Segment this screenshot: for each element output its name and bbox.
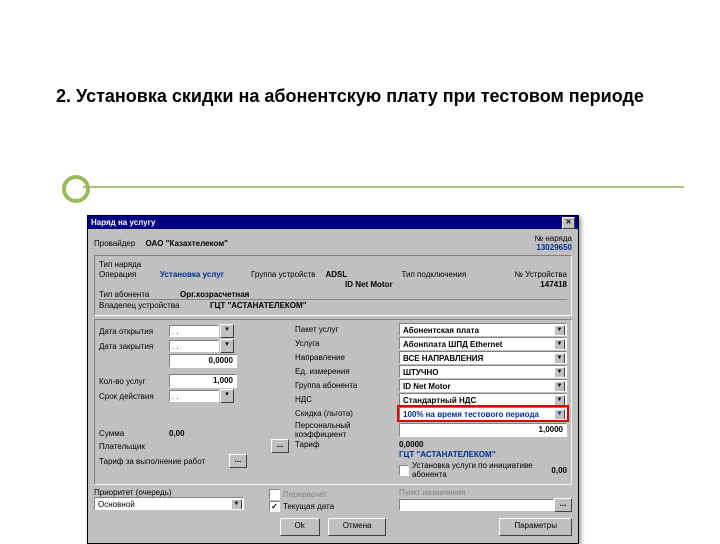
tarif-label: Тариф [295,440,395,449]
owner-label: Владелец устройства [99,301,204,310]
provider-value: ОАО "Казахтелеком" [146,239,228,248]
grp-label: Группа устройств [251,270,315,279]
sum-label: Сумма [99,429,169,438]
pkg-dropdown[interactable]: Абонентская плата [399,323,567,336]
dest-label: Пункт назначения [399,488,572,497]
pkg-label: Пакет услуг [295,325,395,334]
sum-value: 0,00 [169,429,185,438]
zero-field[interactable]: 0,0000 [169,354,237,368]
work-value: 0,00 [551,466,567,475]
recalc-checkbox[interactable] [269,489,280,500]
date-open-label: Дата открытия [99,327,169,336]
qty-label: Кол-во услуг [99,377,169,386]
abon-label: Тип абонента [99,290,174,299]
disc-dropdown[interactable]: 100% на время тестового периода [399,407,567,420]
payer-label: Плательщик [99,442,169,451]
slide-title: 2. Установка скидки на абонентскую плату… [56,85,664,108]
curdate-checkbox[interactable]: ✓ [269,501,280,512]
dur-label: Срок действия [99,392,169,401]
right-pane: Пакет услуг Абонентская плата Услуга Або… [295,323,567,480]
recalc-label: Перерасчет [283,490,327,499]
curdate-label: Текущая дата [283,502,334,511]
payer-value: ГЦТ "АСТАНАТЕЛЕКОМ" [399,450,567,459]
titlebar: Наряд на услугу ✕ [88,216,578,229]
dialog-title: Наряд на услугу [91,216,155,229]
payer-picker-button[interactable]: ... [271,439,289,453]
dest-input[interactable] [399,499,554,511]
disc-label: Скидка (льгота) [295,409,395,418]
order-no-label: № наряда [535,234,572,243]
provider-label: Провайдер [94,239,135,248]
svc-label: Услуга [295,339,395,348]
agrp-label: Группа абонента [295,381,395,390]
prio-dropdown[interactable]: Основной [94,497,244,510]
params-button[interactable]: Параметры [499,518,572,536]
main-group: Дата открытия . . ▾ Дата закрытия . . ▾ … [94,319,572,485]
left-pane: Дата открытия . . ▾ Дата закрытия . . ▾ … [99,323,289,480]
conn-label: Тип подключения [401,270,466,279]
svc-dropdown[interactable]: Абонплата ШПД Ethernet [399,337,567,350]
conn-value: ID Net Motor [345,280,425,289]
date-close-input[interactable]: . . [169,340,219,352]
unit-label: Ед. измерения [295,367,395,376]
type-label: Тип наряда [99,260,154,269]
close-icon[interactable]: ✕ [562,217,575,229]
date-picker-icon[interactable]: ▾ [220,389,234,403]
tarif-value: 0,0000 [399,440,567,449]
devno-value: 147418 [540,280,567,289]
work-picker-button[interactable]: ... [229,454,247,468]
order-no-value: 13029650 [535,243,572,252]
vat-dropdown[interactable]: Стандартный НДС [399,393,567,406]
prio-label: Приоритет (очередь) [94,488,269,497]
dir-label: Направление [295,353,395,362]
grp-value: ADSL [325,270,365,279]
slide-divider [83,186,684,188]
coef-input[interactable]: 1,0000 [399,423,567,437]
slide-bullet-icon [62,175,90,203]
agrp-dropdown[interactable]: ID Net Motor [399,379,567,392]
init-label: Установка услуги по инициативе абонента [412,461,551,479]
unit-dropdown[interactable]: ШТУЧНО [399,365,567,378]
cancel-button[interactable]: Отмена [328,518,387,536]
date-picker-icon[interactable]: ▾ [220,339,234,353]
header-group: Тип наряда Операция Установка услуг Груп… [94,255,572,316]
ok-button[interactable]: Ok [280,518,320,536]
op-value: Установка услуг [160,270,245,279]
owner-value: ГЦТ "АСТАНАТЕЛЕКОМ" [210,301,307,310]
work-tarif-label: Тариф за выполнение работ [99,457,229,466]
op-label: Операция [99,270,154,279]
org-value: Орг.хозрасчетная [180,290,249,299]
date-picker-icon[interactable]: ▾ [220,324,234,338]
dest-picker-button[interactable]: ... [554,498,572,512]
dir-dropdown[interactable]: ВСЕ НАПРАВЛЕНИЯ [399,351,567,364]
devno-label: № Устройства [514,270,567,279]
date-open-input[interactable]: . . [169,325,219,337]
qty-input[interactable]: 1,000 [169,374,237,388]
dur-input[interactable]: . . [169,390,219,402]
date-close-label: Дата закрытия [99,342,169,351]
order-dialog: Наряд на услугу ✕ Провайдер ОАО "Казахте… [87,215,579,544]
vat-label: НДС [295,395,395,404]
coef-label: Персональный коэффициент [295,421,395,439]
init-checkbox[interactable] [399,465,409,476]
